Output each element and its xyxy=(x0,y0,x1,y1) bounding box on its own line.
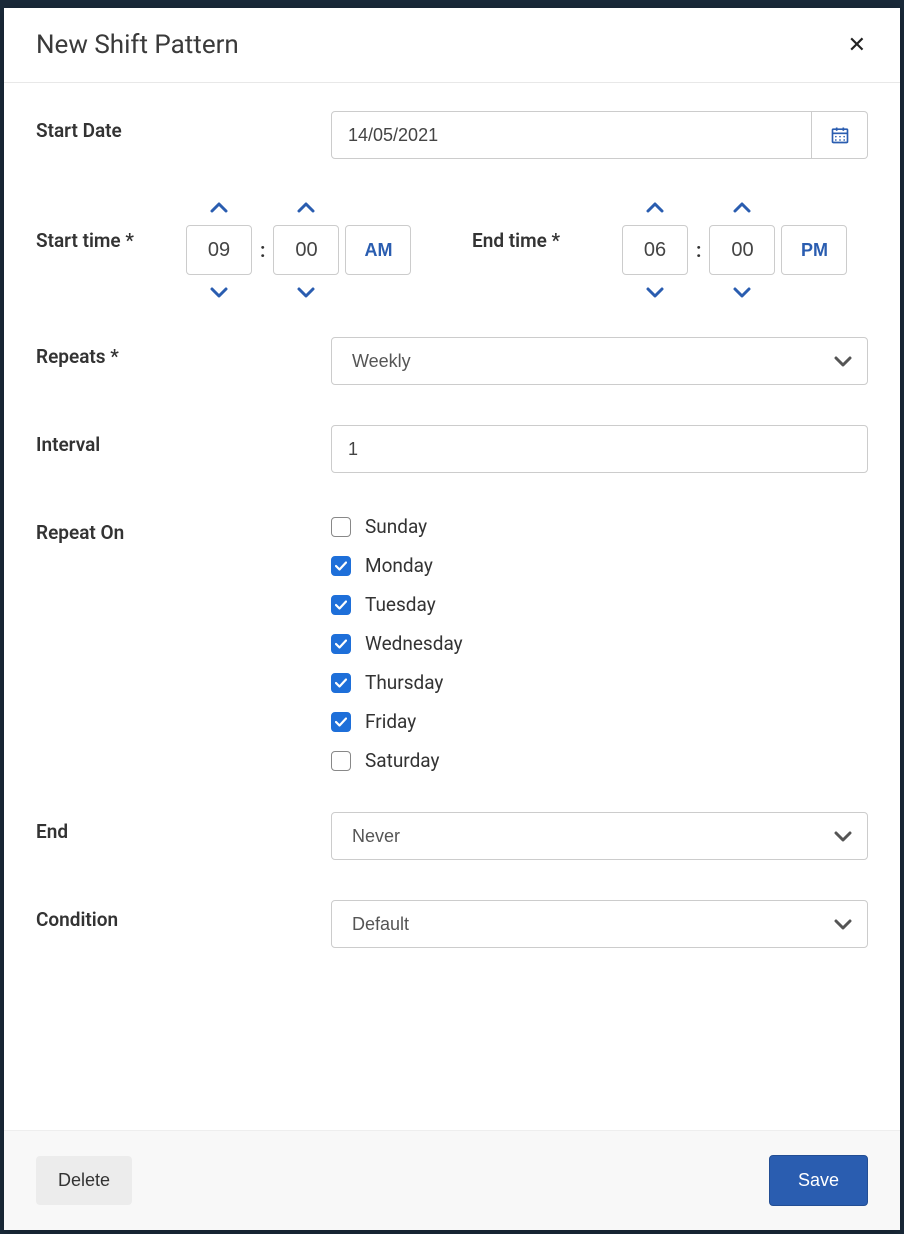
day-label: Thursday xyxy=(365,671,443,694)
end-hour-up[interactable] xyxy=(643,199,667,217)
repeats-label: Repeats * xyxy=(36,337,331,368)
start-hour-down[interactable] xyxy=(207,283,231,301)
interval-row: Interval xyxy=(36,425,868,473)
check-icon xyxy=(335,717,347,727)
end-hour-input[interactable] xyxy=(622,225,688,275)
end-time-group: End time * : xyxy=(472,199,868,301)
repeats-row: Repeats * Weekly xyxy=(36,337,868,385)
repeat-on-row: Repeat On Sunday Monday Tuesday Wednesday Th… xyxy=(36,513,868,772)
day-checkbox[interactable] xyxy=(331,712,351,732)
start-ampm-toggle[interactable]: AM xyxy=(345,225,411,275)
interval-label: Interval xyxy=(36,425,331,456)
day-label: Sunday xyxy=(365,515,427,538)
chevron-down-icon xyxy=(209,285,229,299)
day-checkbox[interactable] xyxy=(331,595,351,615)
end-time-label: End time * xyxy=(472,199,622,301)
day-label: Friday xyxy=(365,710,416,733)
start-time-label: Start time * xyxy=(36,199,186,301)
modal-title: New Shift Pattern xyxy=(36,30,239,60)
start-time-group: Start time * : xyxy=(36,199,432,301)
repeat-on-label: Repeat On xyxy=(36,513,331,544)
chevron-down-icon xyxy=(296,285,316,299)
end-minute-input[interactable] xyxy=(709,225,775,275)
day-checkbox[interactable] xyxy=(331,673,351,693)
repeats-select-wrap: Weekly xyxy=(331,337,868,385)
calendar-icon xyxy=(830,125,850,145)
end-label: End xyxy=(36,812,331,843)
end-row: End Never xyxy=(36,812,868,860)
chevron-up-icon xyxy=(296,201,316,215)
condition-select-wrap: Default xyxy=(331,900,868,948)
start-date-input[interactable] xyxy=(331,111,812,159)
start-hour-input[interactable] xyxy=(186,225,252,275)
start-time-controls: : AM xyxy=(186,199,411,301)
start-hour-spinner xyxy=(186,199,252,301)
repeat-on-item: Thursday xyxy=(331,671,463,694)
chevron-up-icon xyxy=(209,201,229,215)
close-icon: ✕ xyxy=(848,32,866,57)
modal-body: Start Date xyxy=(4,83,900,1130)
repeat-on-item: Friday xyxy=(331,710,463,733)
start-date-row: Start Date xyxy=(36,111,868,159)
close-button[interactable]: ✕ xyxy=(844,30,870,60)
day-label: Monday xyxy=(365,554,433,577)
chevron-up-icon xyxy=(645,201,665,215)
end-minute-down[interactable] xyxy=(730,283,754,301)
start-minute-down[interactable] xyxy=(294,283,318,301)
day-label: Saturday xyxy=(365,749,439,772)
end-select[interactable]: Never xyxy=(331,812,868,860)
repeats-select[interactable]: Weekly xyxy=(331,337,868,385)
end-minute-spinner xyxy=(709,199,775,301)
end-hour-spinner xyxy=(622,199,688,301)
check-icon xyxy=(335,639,347,649)
check-icon xyxy=(335,600,347,610)
condition-row: Condition Default xyxy=(36,900,868,948)
check-icon xyxy=(335,561,347,571)
day-checkbox[interactable] xyxy=(331,556,351,576)
start-date-control xyxy=(331,111,868,159)
repeat-on-item: Tuesday xyxy=(331,593,463,616)
repeat-on-item: Wednesday xyxy=(331,632,463,655)
time-separator: : xyxy=(258,238,267,262)
repeat-on-item: Saturday xyxy=(331,749,463,772)
end-time-controls: : PM xyxy=(622,199,847,301)
check-icon xyxy=(335,678,347,688)
delete-button[interactable]: Delete xyxy=(36,1156,132,1205)
chevron-down-icon xyxy=(645,285,665,299)
time-row: Start time * : xyxy=(36,199,868,301)
start-hour-up[interactable] xyxy=(207,199,231,217)
end-ampm-toggle[interactable]: PM xyxy=(781,225,847,275)
day-checkbox[interactable] xyxy=(331,517,351,537)
modal-footer: Delete Save xyxy=(4,1130,900,1230)
chevron-up-icon xyxy=(732,201,752,215)
modal-header: New Shift Pattern ✕ xyxy=(4,8,900,83)
day-checkbox[interactable] xyxy=(331,751,351,771)
time-separator: : xyxy=(694,238,703,262)
start-minute-input[interactable] xyxy=(273,225,339,275)
day-label: Wednesday xyxy=(365,632,463,655)
end-hour-down[interactable] xyxy=(643,283,667,301)
repeat-on-item: Sunday xyxy=(331,515,463,538)
start-minute-spinner xyxy=(273,199,339,301)
calendar-button[interactable] xyxy=(812,111,868,159)
repeat-on-list: Sunday Monday Tuesday Wednesday Thursday Frid… xyxy=(331,513,463,772)
end-select-wrap: Never xyxy=(331,812,868,860)
new-shift-pattern-modal: New Shift Pattern ✕ Start Date xyxy=(4,8,900,1230)
start-date-label: Start Date xyxy=(36,111,331,142)
chevron-down-icon xyxy=(732,285,752,299)
day-checkbox[interactable] xyxy=(331,634,351,654)
end-minute-up[interactable] xyxy=(730,199,754,217)
condition-select[interactable]: Default xyxy=(331,900,868,948)
start-minute-up[interactable] xyxy=(294,199,318,217)
save-button[interactable]: Save xyxy=(769,1155,868,1206)
condition-label: Condition xyxy=(36,900,331,931)
interval-input[interactable] xyxy=(331,425,868,473)
day-label: Tuesday xyxy=(365,593,436,616)
repeat-on-item: Monday xyxy=(331,554,463,577)
